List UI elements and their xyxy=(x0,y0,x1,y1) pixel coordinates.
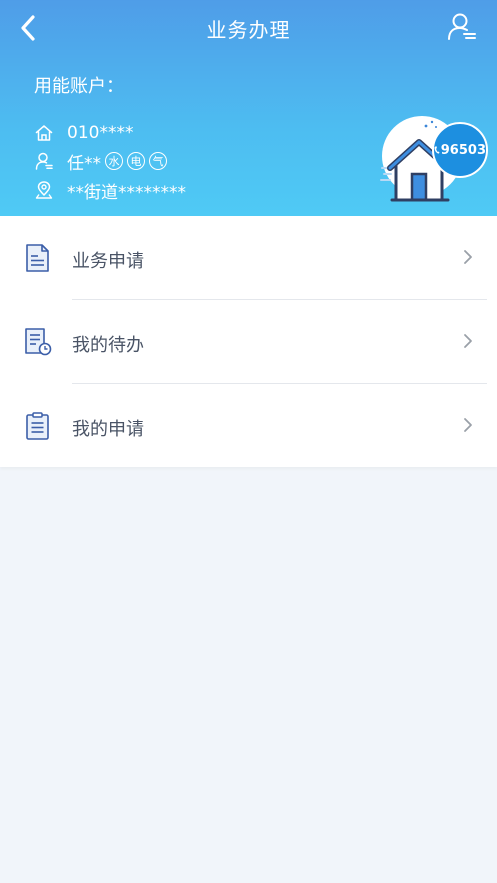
account-number: 010**** xyxy=(67,123,134,143)
account-address-row: **街道******** xyxy=(34,178,186,203)
nav-bar: 业务办理 xyxy=(0,0,497,56)
document-icon xyxy=(26,244,49,272)
clipboard-icon xyxy=(26,412,49,440)
header-banner: 业务办理 用能账户： 010**** 任** 水 电 气 **街道*******… xyxy=(0,0,497,216)
chevron-right-icon xyxy=(464,418,472,432)
user-list-icon xyxy=(448,13,476,40)
account-name: 任** xyxy=(67,153,101,174)
chevron-right-icon xyxy=(464,250,472,264)
menu-item-label: 我的申请 xyxy=(72,419,144,440)
menu-item-label: 我的待办 xyxy=(72,335,144,356)
document-clock-icon xyxy=(25,328,52,356)
menu-item-my-todo[interactable]: 我的待办 xyxy=(0,300,497,384)
service-menu: 业务申请 我的待办 我的申请 xyxy=(0,216,497,467)
account-address: **街道******** xyxy=(67,182,186,203)
account-number-row: 010**** xyxy=(34,121,133,145)
user-profile-button[interactable] xyxy=(445,10,479,44)
location-pin-icon xyxy=(34,180,54,200)
gas-badge: 气 xyxy=(149,152,167,170)
page-title: 业务办理 xyxy=(206,18,291,42)
water-badge: 水 xyxy=(105,152,123,170)
home-icon xyxy=(34,123,54,143)
phone-icon xyxy=(434,146,440,154)
account-label: 用能账户： xyxy=(34,76,124,97)
menu-item-business-application[interactable]: 业务申请 xyxy=(0,216,497,300)
chevron-right-icon xyxy=(464,334,472,348)
person-icon xyxy=(34,151,54,171)
menu-item-label: 业务申请 xyxy=(72,251,144,272)
hotline-button[interactable]: 96503 xyxy=(432,122,488,178)
account-name-row: 任** 水 电 气 xyxy=(34,149,167,174)
hotline-number: 96503 xyxy=(440,142,486,158)
electricity-badge: 电 xyxy=(127,152,145,170)
menu-item-my-application[interactable]: 我的申请 xyxy=(0,384,497,468)
